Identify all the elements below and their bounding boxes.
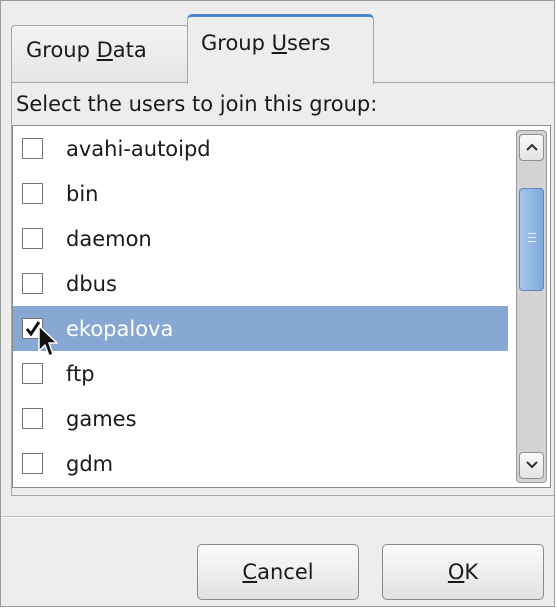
separator: [1, 516, 554, 518]
user-row-bin[interactable]: bin: [13, 171, 508, 216]
user-row-gdm[interactable]: gdm: [13, 441, 508, 486]
user-name: ftp: [66, 361, 95, 386]
user-checkbox[interactable]: [22, 228, 43, 249]
mouse-pointer-icon: [38, 325, 58, 357]
users-list-rows: avahi-autoipd bin daemon dbus ekopalova ftp ga…: [13, 126, 508, 486]
scroll-thumb[interactable]: [519, 188, 544, 291]
user-checkbox[interactable]: [22, 273, 43, 294]
user-row-avahi-autoipd[interactable]: avahi-autoipd: [13, 126, 508, 171]
user-row-ftp[interactable]: ftp: [13, 351, 508, 396]
ok-button-label: K: [464, 560, 479, 584]
user-checkbox[interactable]: [22, 408, 43, 429]
cancel-button-mnemonic: C: [242, 560, 258, 584]
ok-button-mnemonic: O: [447, 560, 465, 584]
chevron-up-icon: [526, 143, 538, 151]
user-checkbox[interactable]: [22, 453, 43, 474]
user-row-daemon[interactable]: daemon: [13, 216, 508, 261]
group-users-page: Select the users to join this group: ava…: [11, 82, 554, 496]
users-list-scrollbar[interactable]: [516, 130, 547, 483]
tab-group-data-mnemonic: D: [96, 38, 113, 62]
user-row-games[interactable]: games: [13, 396, 508, 441]
user-name: bin: [66, 181, 99, 206]
user-name: daemon: [66, 226, 152, 251]
user-checkbox[interactable]: [22, 363, 43, 384]
user-checkbox[interactable]: [22, 183, 43, 204]
chevron-down-icon: [526, 461, 538, 469]
user-name: avahi-autoipd: [66, 136, 211, 161]
user-row-dbus[interactable]: dbus: [13, 261, 508, 306]
user-name: dbus: [66, 271, 117, 296]
tab-group-users-label-pre: Group: [201, 31, 272, 55]
scroll-up-button[interactable]: [519, 134, 544, 161]
cancel-button-label: ancel: [257, 560, 314, 584]
user-name: ekopalova: [66, 316, 174, 341]
group-properties-dialog: Group Data Group Users Select the users …: [0, 0, 555, 607]
cancel-button[interactable]: Cancel: [197, 544, 359, 600]
tab-group-users-label-post: sers: [286, 31, 331, 55]
user-checkbox[interactable]: [22, 138, 43, 159]
user-name: games: [66, 406, 137, 431]
user-row-ekopalova[interactable]: ekopalova: [13, 306, 508, 351]
scroll-thumb-grip-icon: [528, 233, 536, 243]
scroll-down-button[interactable]: [519, 452, 544, 479]
instruction-label: Select the users to join this group:: [16, 92, 378, 116]
user-name: gdm: [66, 451, 114, 476]
users-list[interactable]: avahi-autoipd bin daemon dbus ekopalova ftp ga…: [12, 125, 551, 488]
tab-group-data-label-post: ata: [112, 38, 147, 62]
ok-button[interactable]: OK: [382, 544, 544, 600]
tab-group-users-mnemonic: U: [271, 31, 287, 55]
tab-group-data-label-pre: Group: [26, 38, 97, 62]
tab-group-data[interactable]: Group Data: [11, 25, 189, 83]
tab-group-users[interactable]: Group Users: [187, 14, 374, 84]
